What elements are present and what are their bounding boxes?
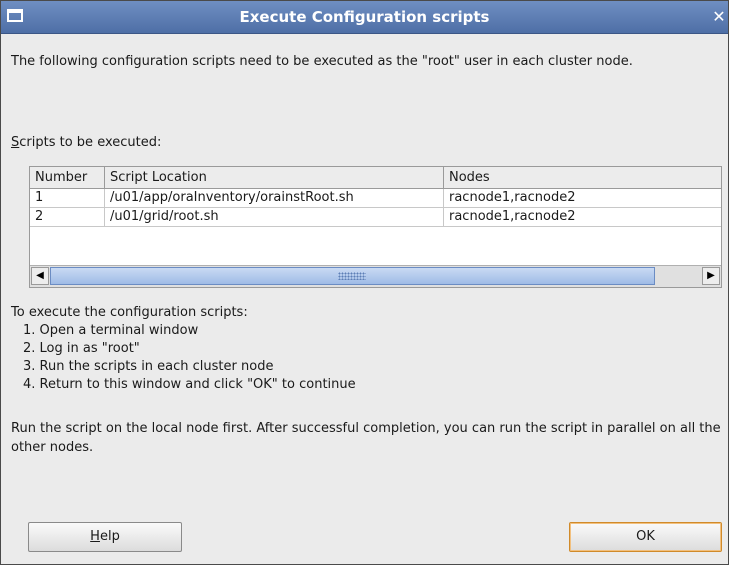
help-button[interactable]: Help <box>28 522 182 552</box>
instruction-step: 2. Log in as "root" <box>23 341 140 356</box>
title-bar[interactable]: Execute Configuration scripts ✕ <box>1 1 728 34</box>
instruction-step: 1. Open a terminal window <box>23 323 199 338</box>
horizontal-scrollbar[interactable]: ◀ ▶ <box>30 265 721 287</box>
window-title: Execute Configuration scripts <box>239 8 490 26</box>
column-header-nodes[interactable]: Nodes <box>444 167 721 188</box>
scroll-right-arrow-icon[interactable]: ▶ <box>702 267 720 285</box>
scripts-label-text: cripts to be executed: <box>19 135 162 150</box>
table-row[interactable]: 1 /u01/app/oraInventory/orainstRoot.sh r… <box>30 189 721 208</box>
intro-text: The following configuration scripts need… <box>11 54 633 69</box>
help-mnemonic: H <box>90 529 100 544</box>
table-header: Number Script Location Nodes <box>30 167 721 189</box>
scripts-table[interactable]: Number Script Location Nodes 1 /u01/app/… <box>29 166 722 288</box>
cell-nodes: racnode1,racnode2 <box>449 209 576 224</box>
note-text: Run the script on the local node first. … <box>11 421 721 455</box>
instructions-heading: To execute the configuration scripts: <box>11 305 248 320</box>
scroll-left-arrow-icon[interactable]: ◀ <box>31 267 49 285</box>
close-icon[interactable]: ✕ <box>710 7 728 27</box>
cell-number: 1 <box>30 189 105 207</box>
dialog-content: The following configuration scripts need… <box>1 34 728 564</box>
cell-nodes: racnode1,racnode2 <box>449 190 576 205</box>
scrollbar-grip-icon <box>338 272 366 280</box>
scripts-label: Scripts to be executed: <box>11 135 161 150</box>
instruction-step: 3. Run the scripts in each cluster node <box>23 359 274 374</box>
column-header-number[interactable]: Number <box>30 167 105 188</box>
ok-button[interactable]: OK <box>569 522 722 552</box>
instruction-step: 4. Return to this window and click "OK" … <box>23 377 356 392</box>
scrollbar-thumb[interactable] <box>50 267 655 285</box>
column-header-script-location[interactable]: Script Location <box>105 167 444 188</box>
cell-number: 2 <box>30 208 105 226</box>
table-row[interactable]: 2 /u01/grid/root.sh racnode1,racnode2 <box>30 208 721 227</box>
help-label: elp <box>99 529 120 544</box>
instructions: To execute the configuration scripts: 1.… <box>11 304 356 394</box>
dialog-window: Execute Configuration scripts ✕ The foll… <box>0 0 729 565</box>
cell-script-location: /u01/grid/root.sh <box>105 208 444 226</box>
cell-script-location: /u01/app/oraInventory/orainstRoot.sh <box>105 189 444 207</box>
